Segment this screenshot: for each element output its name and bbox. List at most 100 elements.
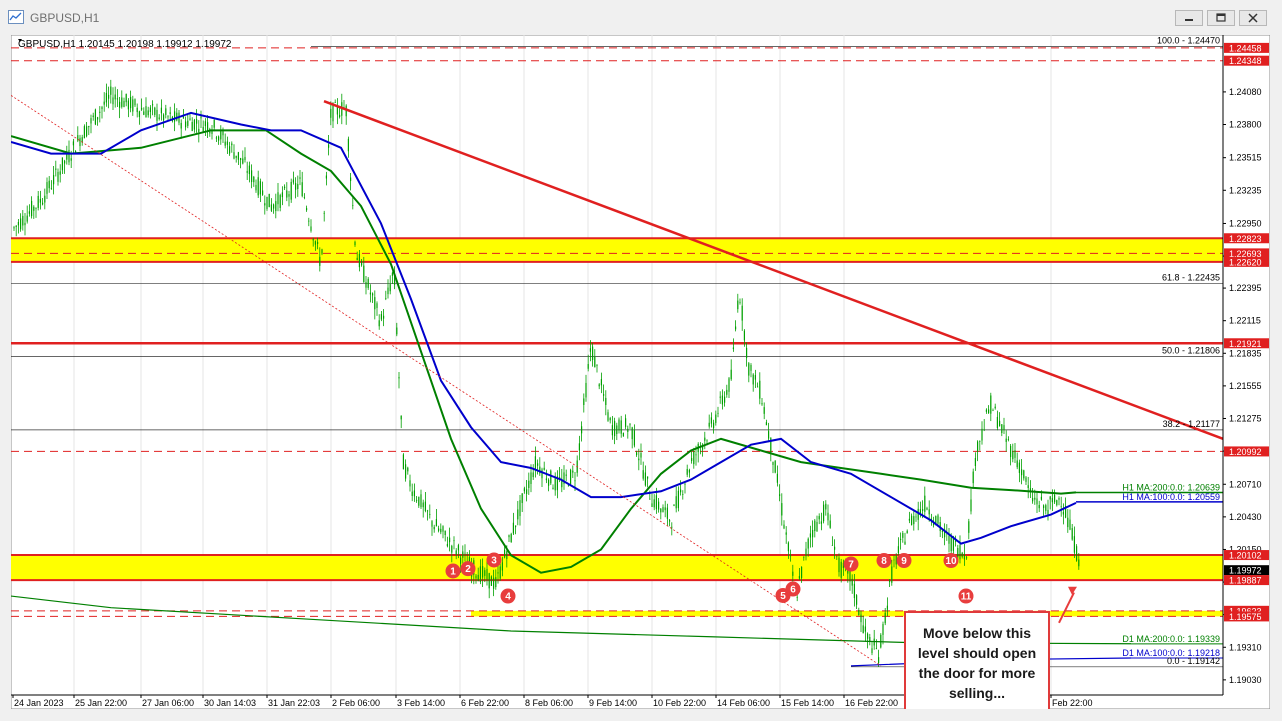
candle-body [798, 576, 800, 579]
candle-body [510, 533, 512, 543]
candle-body [1067, 517, 1069, 528]
candle-body [411, 491, 413, 496]
candle-body [974, 457, 976, 466]
candle-body [68, 149, 70, 163]
candle-body [801, 566, 803, 579]
candle-body [963, 553, 965, 560]
candle-body [814, 520, 816, 532]
candle-body [924, 495, 926, 512]
candle-body [684, 483, 686, 485]
ma-label: H1 MA:100:0.0: 1.20559 [1122, 492, 1220, 502]
candle-body [321, 249, 323, 254]
candle-body [805, 548, 807, 557]
candle-body [442, 526, 444, 532]
chart-area[interactable]: 100.0 - 1.24470 61.8 - 1.22435 50.0 - 1.21… [10, 34, 1271, 710]
candle-body [1058, 498, 1060, 500]
minimize-icon [1185, 19, 1193, 21]
candle-body [891, 566, 893, 583]
candle-body [688, 469, 690, 473]
close-button[interactable] [1239, 10, 1267, 26]
candle-body [103, 101, 105, 105]
candle-body [389, 284, 391, 292]
candle-body [792, 571, 794, 576]
time-tick-label: 31 Jan 22:03 [268, 698, 320, 708]
swing-marker-label: 7 [848, 560, 854, 571]
candle-body [204, 121, 206, 127]
candle-body [94, 109, 96, 125]
candle-body [710, 417, 712, 424]
candle-body [187, 120, 189, 126]
candle-body [950, 537, 952, 552]
candle-body [864, 626, 866, 632]
ma-label: D1 MA:100:0.0: 1.19218 [1122, 648, 1220, 658]
candle-body [574, 480, 576, 482]
candle-body [317, 241, 319, 245]
price-tick-label: 1.23800 [1229, 120, 1262, 130]
minimize-button[interactable] [1175, 10, 1203, 26]
candle-body [1007, 438, 1009, 440]
candle-body [739, 301, 741, 303]
bottom-bar [0, 709, 1282, 721]
candle-body [264, 203, 266, 206]
candle-body [28, 211, 30, 214]
candle-body [158, 117, 160, 119]
candle-body [981, 428, 983, 441]
price-label-text: 1.24458 [1229, 43, 1262, 53]
price-tick-label: 1.22115 [1229, 316, 1261, 326]
candle-body [220, 130, 222, 140]
candle-body [13, 227, 15, 229]
price-tick-label: 1.19030 [1229, 675, 1262, 685]
candle-body [585, 382, 587, 398]
candle-body [743, 330, 745, 341]
candle-body [937, 515, 939, 524]
candle-body [627, 428, 629, 432]
candle-body [303, 197, 305, 198]
candle-body [526, 489, 528, 494]
candle-body [449, 537, 451, 543]
candle-body [92, 115, 94, 117]
candle-body [347, 138, 349, 152]
price-chart[interactable]: 100.0 - 1.24470 61.8 - 1.22435 50.0 - 1.21… [10, 34, 1271, 710]
candle-body [653, 499, 655, 508]
candle-body [983, 429, 985, 431]
candle-body [724, 396, 726, 403]
candle-body [999, 420, 1001, 427]
candle-body [1018, 462, 1020, 473]
candle-body [119, 101, 121, 108]
price-tick-label: 1.22395 [1229, 283, 1262, 293]
candle-body [1021, 469, 1023, 476]
candle-body [288, 194, 290, 197]
candle-body [741, 305, 743, 321]
candle-body [647, 476, 649, 479]
candle-body [618, 419, 620, 431]
swing-marker-label: 3 [491, 555, 497, 566]
candle-body [581, 426, 583, 434]
candle-body [424, 501, 426, 511]
swing-marker-label: 4 [505, 592, 511, 603]
swing-marker-label: 2 [465, 564, 471, 575]
candle-body [858, 610, 860, 616]
price-tick-label: 1.20710 [1229, 479, 1262, 489]
candle-body [125, 93, 127, 103]
candle-body [110, 86, 112, 95]
candle-body [286, 190, 288, 198]
candle-body [838, 557, 840, 573]
candle-body [730, 369, 732, 380]
candle-body [1049, 496, 1051, 500]
candle-body [323, 212, 325, 214]
candle-body [669, 520, 671, 522]
candle-body [1040, 496, 1042, 500]
candle-body [277, 192, 279, 205]
candle-body [728, 378, 730, 392]
candle-body [462, 551, 464, 558]
candle-body [578, 443, 580, 451]
candle-body [97, 117, 99, 120]
candle-body [779, 494, 781, 496]
close-icon [1248, 13, 1258, 23]
candle-body [550, 470, 552, 484]
candle-body [856, 595, 858, 605]
price-label-text: 1.20992 [1229, 447, 1262, 457]
restore-button[interactable] [1207, 10, 1235, 26]
candle-body [1036, 498, 1038, 505]
candle-body [570, 469, 572, 484]
